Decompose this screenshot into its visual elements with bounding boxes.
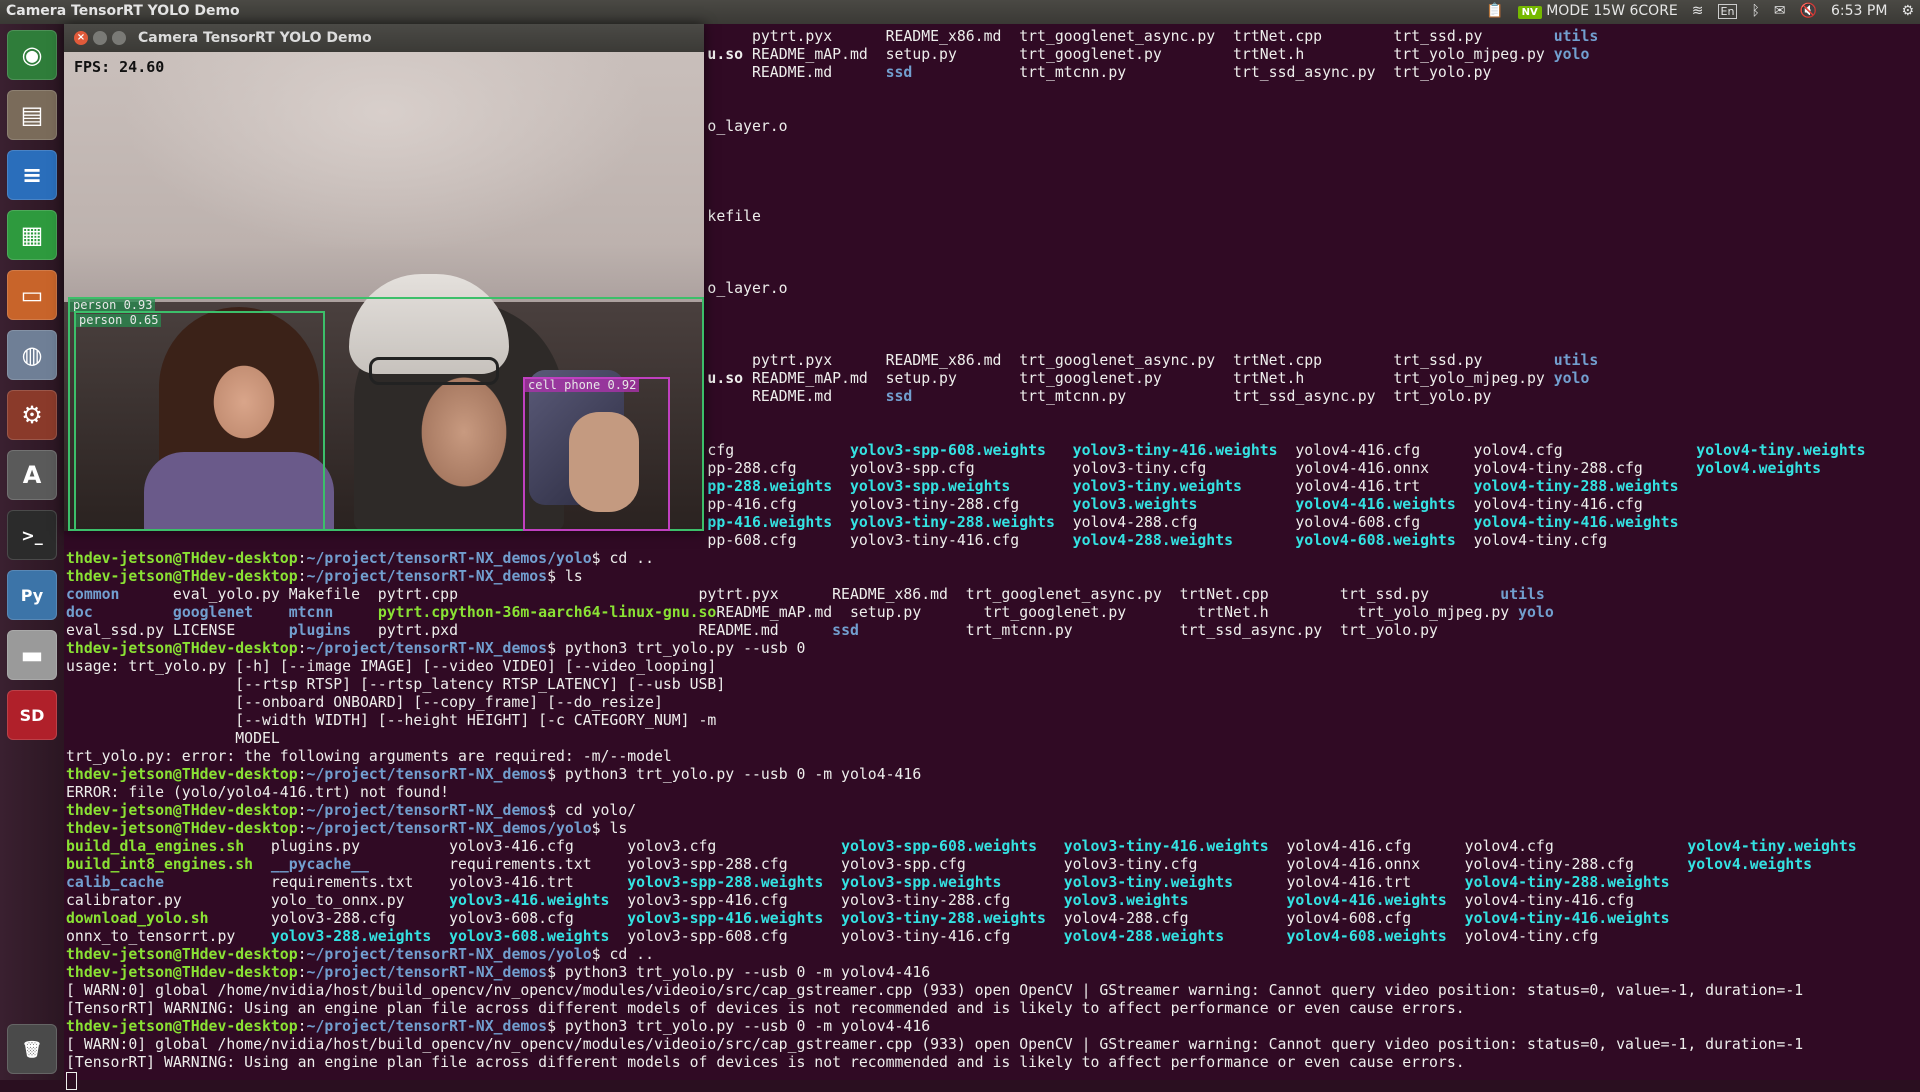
keyboard-layout[interactable]: En	[1717, 3, 1738, 19]
nvpmodel-label: MODE 15W 6CORE	[1546, 3, 1678, 19]
system-tray: 📋 NV MODE 15W 6CORE ≋ En ᛒ ✉ 🔇 6:53 PM ⚙	[1486, 3, 1914, 19]
software-updater-icon[interactable]: A	[7, 450, 57, 500]
sd-card-icon[interactable]: SD	[7, 690, 57, 740]
camera-window-titlebar[interactable]: × Camera TensorRT YOLO Demo	[64, 24, 704, 52]
clipboard-icon[interactable]: 📋	[1486, 3, 1503, 19]
writer-icon[interactable]: ≡	[7, 150, 57, 200]
video-feed: FPS: 24.60 person 0.93 person 0.65 cell …	[64, 52, 704, 531]
calc-icon[interactable]: ▦	[7, 210, 57, 260]
software-center-icon[interactable]: ◍	[7, 330, 57, 380]
camera-window-title: Camera TensorRT YOLO Demo	[138, 30, 372, 46]
close-icon[interactable]: ×	[74, 31, 88, 45]
detection-label-cell-phone: cell phone 0.92	[525, 379, 640, 392]
detection-box-person-child	[74, 311, 325, 531]
ubuntu-dash-icon[interactable]: ◉	[7, 30, 57, 80]
maximize-icon[interactable]	[112, 31, 126, 45]
top-panel: Camera TensorRT YOLO Demo 📋 NV MODE 15W …	[0, 0, 1920, 24]
files-icon[interactable]: ▤	[7, 90, 57, 140]
python-icon[interactable]: Py	[7, 570, 57, 620]
wifi-icon[interactable]: ≋	[1692, 3, 1704, 19]
detection-label-person-child: person 0.65	[76, 314, 162, 327]
active-window-title: Camera TensorRT YOLO Demo	[6, 3, 240, 19]
trash-icon[interactable]: 🗑	[7, 1024, 57, 1074]
nvidia-icon: NV	[1517, 6, 1542, 19]
volume-muted-icon[interactable]: 🔇	[1800, 3, 1817, 19]
gear-icon[interactable]: ⚙	[1901, 3, 1914, 19]
clock[interactable]: 6:53 PM	[1831, 3, 1887, 19]
drive-icon[interactable]: ▬	[7, 630, 57, 680]
camera-window[interactable]: × Camera TensorRT YOLO Demo FPS: 24.60 p…	[64, 24, 704, 531]
terminal-cursor	[66, 1072, 77, 1090]
impress-icon[interactable]: ▭	[7, 270, 57, 320]
minimize-icon[interactable]	[93, 31, 107, 45]
fps-counter: FPS: 24.60	[74, 58, 165, 76]
system-settings-icon[interactable]: ⚙	[7, 390, 57, 440]
mail-icon[interactable]: ✉	[1774, 3, 1786, 19]
launcher: ◉ ▤ ≡ ▦ ▭ ◍ ⚙ A >_ Py ▬ SD 🗑	[0, 24, 65, 1080]
terminal-icon[interactable]: >_	[7, 510, 57, 560]
nvpmodel-indicator[interactable]: NV MODE 15W 6CORE	[1517, 3, 1678, 19]
detection-box-cell-phone	[523, 377, 670, 531]
bluetooth-icon[interactable]: ᛒ	[1751, 3, 1759, 19]
